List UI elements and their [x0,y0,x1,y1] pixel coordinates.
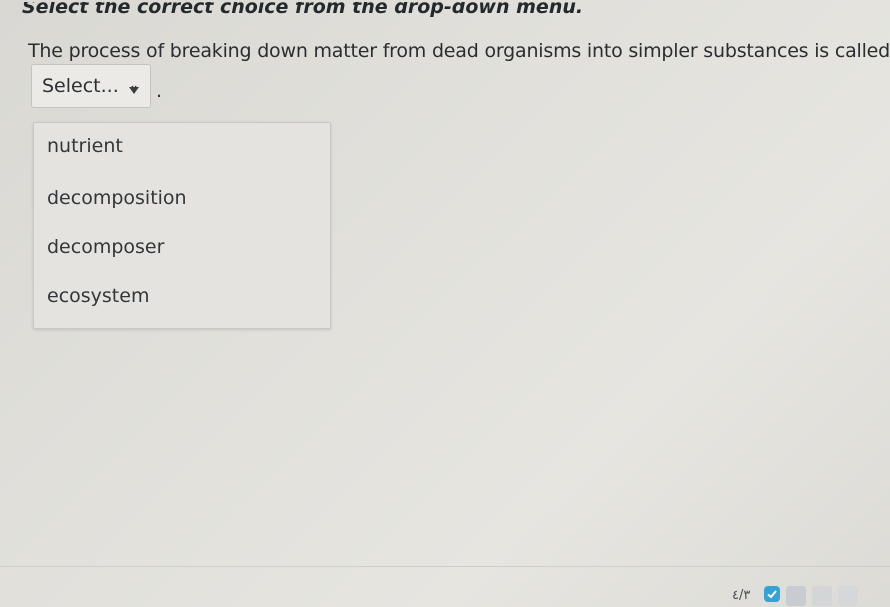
question-nav-square[interactable] [812,586,832,606]
option-ecosystem[interactable]: ecosystem [47,285,149,307]
option-nutrient[interactable]: nutrient [47,135,123,157]
instruction-text: Select the correct choice from the drop-… [22,0,584,18]
dropdown-arrow-icon [128,82,140,94]
option-decomposer[interactable]: decomposer [47,236,164,258]
page-indicator: ٤/٣ [732,588,751,603]
sentence-period: . [156,80,163,102]
check-icon[interactable] [764,586,780,602]
dropdown-menu: nutrient decomposition decomposer ecosys… [33,122,331,329]
question-nav-square[interactable] [838,586,858,606]
option-decomposition[interactable]: decomposition [47,187,187,209]
select-placeholder: Select... [42,75,119,97]
question-text: The process of breaking down matter from… [28,40,890,62]
footer-divider [0,566,890,567]
answer-select[interactable]: Select... [31,64,151,108]
question-nav-square[interactable] [786,586,806,606]
